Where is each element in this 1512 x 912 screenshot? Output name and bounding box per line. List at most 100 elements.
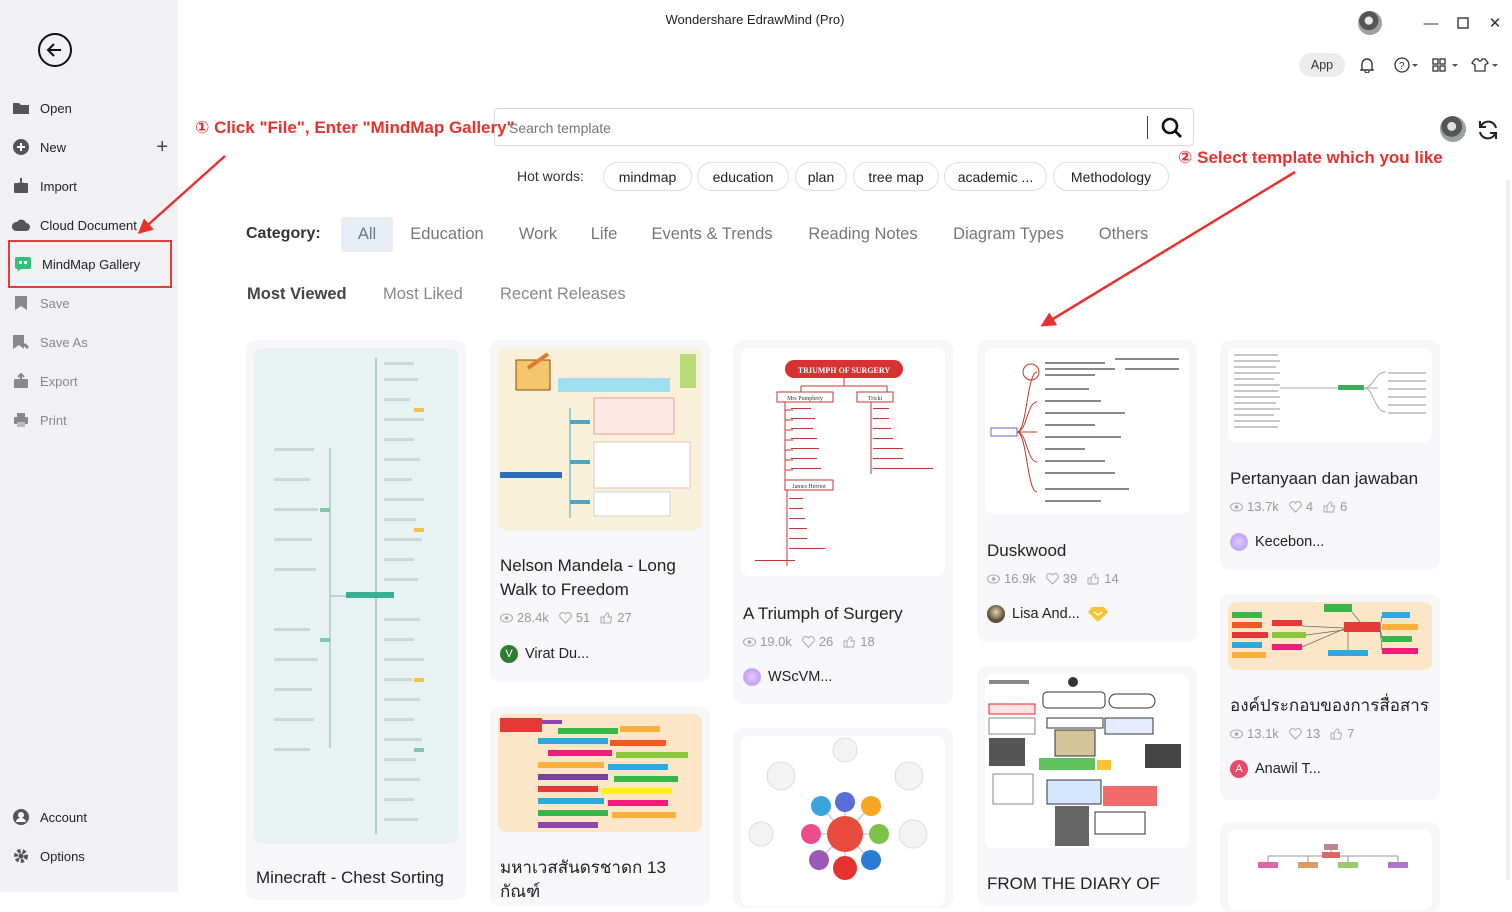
category-tab-reading-notes[interactable]: Reading Notes [799, 217, 927, 252]
sidebar-item-cloud-document[interactable]: Cloud Document [8, 206, 172, 244]
views-count: 13.7k [1247, 499, 1279, 514]
template-thumbnail [1228, 348, 1432, 442]
author-name: Kecebon... [1255, 534, 1325, 550]
hot-word-chip[interactable]: plan [795, 162, 847, 191]
close-icon[interactable]: ✕ [1484, 12, 1506, 34]
plus-icon[interactable]: + [156, 136, 168, 159]
hot-word-chip[interactable]: Methodology [1053, 162, 1169, 191]
author-name: Anawil T... [1255, 761, 1321, 777]
author-name: WScVM... [768, 669, 833, 685]
hot-word-chip[interactable]: mindmap [603, 162, 692, 191]
hot-word-chip[interactable]: tree map [853, 162, 939, 191]
sort-tab-recent-releases[interactable]: Recent Releases [500, 285, 626, 304]
template-author[interactable]: WScVM... [743, 668, 832, 686]
user-avatar-small[interactable] [1440, 116, 1466, 142]
template-card-duskwood[interactable]: Duskwood 16.9k 39 14 Lisa And... [977, 340, 1197, 642]
maximize-icon[interactable] [1452, 12, 1474, 34]
template-card-triumph-of-surgery[interactable]: TRIUMPH OF SURGERY Mrs Pumphrey Tricki J… [733, 340, 953, 704]
likes-count: 39 [1062, 571, 1078, 586]
template-author[interactable]: Lisa And... [987, 605, 1108, 623]
likes-count: 51 [575, 610, 591, 625]
template-card-mandela[interactable]: Nelson Mandela - Long Walk to Freedom 28… [490, 340, 710, 682]
category-tab-life[interactable]: Life [583, 217, 625, 252]
sidebar-item-label: MindMap Gallery [42, 256, 141, 272]
back-button[interactable] [38, 33, 72, 67]
eye-icon [1230, 729, 1243, 738]
gallery-icon [14, 255, 32, 273]
template-author[interactable]: Kecebon... [1230, 533, 1324, 551]
likes-count: 13 [1305, 726, 1321, 741]
thumbnail-header: TRIUMPH OF SURGERY [798, 366, 891, 375]
search-icon[interactable] [1161, 117, 1183, 139]
thumbs-count: 18 [860, 634, 875, 649]
category-tab-education[interactable]: Education [401, 217, 493, 252]
heart-icon [802, 635, 815, 648]
template-title: องค์ประกอบของการสื่อสาร [1230, 696, 1429, 715]
template-card-minecraft[interactable]: Minecraft - Chest Sorting [246, 340, 466, 900]
sidebar-item-account[interactable]: Account [8, 798, 172, 836]
app-button[interactable]: App [1299, 53, 1345, 77]
category-tab-diagram-types[interactable]: Diagram Types [943, 217, 1074, 252]
template-title: มหาเวสสันดรชาดก 13 กัณฑ์ [500, 858, 666, 901]
category-tab-all[interactable]: All [341, 217, 393, 252]
user-avatar[interactable] [1358, 11, 1382, 35]
bell-icon[interactable] [1358, 55, 1376, 75]
scrollbar[interactable] [1506, 180, 1510, 880]
sidebar-item-open[interactable]: Open [8, 89, 172, 127]
apps-grid-icon[interactable] [1430, 55, 1462, 75]
category-tab-others[interactable]: Others [1090, 217, 1157, 252]
sidebar-item-print[interactable]: Print [8, 401, 172, 439]
thumbs-up-icon [600, 611, 613, 623]
views-count: 28.4k [517, 610, 549, 625]
likes-count: 4 [1305, 499, 1314, 514]
thumbs-count: 6 [1340, 499, 1348, 514]
print-icon [12, 411, 30, 429]
sidebar-item-label: Import [40, 178, 77, 194]
template-card-pertanyaan[interactable]: Pertanyaan dan jawaban 13.7k 4 6 Kecebon… [1220, 340, 1440, 570]
account-icon [12, 808, 30, 826]
arrow-left-icon [46, 43, 61, 57]
hot-word-chip[interactable]: academic ... [944, 162, 1047, 191]
author-avatar [743, 668, 761, 686]
author-avatar [987, 605, 1005, 623]
template-card-thai-communication[interactable]: องค์ประกอบของการสื่อสาร 13.1k 13 7 A Ana… [1220, 594, 1440, 800]
sort-tab-most-liked[interactable]: Most Liked [383, 285, 463, 304]
template-title: FROM THE DIARY OF [987, 874, 1160, 893]
template-title: A Triumph of Surgery [743, 604, 903, 623]
sidebar-item-label: Cloud Document [40, 217, 137, 233]
category-label: Category: [246, 225, 321, 242]
thumbnail-node: Tricki [868, 396, 883, 402]
views-count: 13.1k [1247, 726, 1279, 741]
eye-icon [987, 574, 1000, 583]
save-as-icon [12, 333, 30, 351]
category-tab-work[interactable]: Work [509, 217, 567, 252]
template-title: Minecraft - Chest Sorting [256, 868, 445, 887]
sidebar-item-label: Save [40, 295, 70, 311]
template-card-circle-mindmap[interactable] [733, 728, 953, 908]
template-author[interactable]: A Anawil T... [1230, 760, 1321, 778]
thumbnail-node: James Herriot [792, 484, 826, 490]
search-input[interactable] [507, 117, 1131, 139]
heart-icon [1289, 727, 1302, 740]
minimize-icon[interactable]: — [1420, 12, 1442, 34]
sidebar-item-options[interactable]: Options [8, 837, 172, 875]
help-icon[interactable]: ? [1392, 55, 1422, 75]
sort-tab-most-viewed[interactable]: Most Viewed [247, 285, 347, 304]
sidebar-item-save[interactable]: Save [8, 284, 172, 322]
template-card-tree-diagram[interactable] [1220, 822, 1440, 912]
template-stats: 13.1k 13 7 [1230, 726, 1361, 741]
refresh-icon[interactable] [1476, 118, 1500, 142]
shirt-icon[interactable] [1470, 55, 1500, 75]
folder-icon [12, 99, 30, 117]
template-title: Pertanyaan dan jawaban [1230, 469, 1419, 488]
sidebar-item-save-as[interactable]: Save As [8, 323, 172, 361]
template-card-thai-13[interactable]: มหาเวสสันดรชาดก 13 กัณฑ์ [490, 706, 710, 906]
hot-word-chip[interactable]: education [697, 162, 789, 191]
sidebar-item-new[interactable]: New + [8, 128, 172, 166]
category-tab-events-trends[interactable]: Events & Trends [641, 217, 783, 252]
sidebar-item-export[interactable]: Export [8, 362, 172, 400]
template-author[interactable]: V Virat Du... [500, 645, 589, 663]
template-card-diary[interactable]: FROM THE DIARY OF [977, 666, 1197, 906]
sidebar-item-import[interactable]: Import [8, 167, 172, 205]
sidebar-item-mindmap-gallery[interactable]: MindMap Gallery [8, 240, 172, 288]
